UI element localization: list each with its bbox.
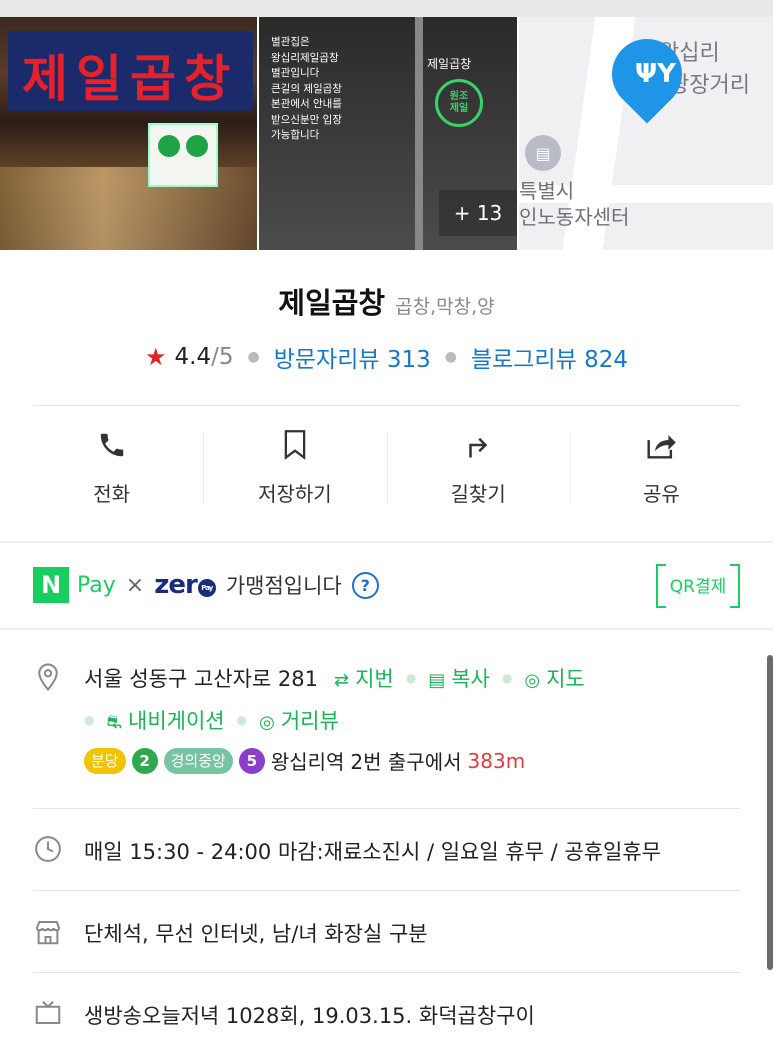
divider xyxy=(33,972,740,973)
action-bar: 전화 저장하기 길찾기 공유 xyxy=(20,428,753,512)
door-logo: 제일곱창 xyxy=(427,57,472,71)
line-badge-gyeongui: 경의중앙 xyxy=(163,747,233,774)
more-photos-count[interactable]: + 13 xyxy=(439,190,517,236)
street-view-link[interactable]: ◎ 거리뷰 xyxy=(259,705,339,735)
map-label: 특별시 xyxy=(519,179,575,203)
status-strip xyxy=(0,0,773,17)
separator-dot: ● xyxy=(84,713,95,727)
place-category: 곱창,막창,양 xyxy=(395,296,495,318)
copy-link[interactable]: ▤ 복사 xyxy=(428,663,490,693)
clock-icon xyxy=(35,836,61,862)
pay-row: N Pay × zer Pay 가맹점입니다 ? QR결제 xyxy=(33,562,740,608)
map-label-link: 지도 xyxy=(546,667,585,691)
station-name: 왕십리역 xyxy=(270,750,345,774)
store-sign-text: 제일곱창 xyxy=(22,49,238,108)
line-badge-2: 2 xyxy=(131,747,158,774)
copy-icon: ▤ xyxy=(428,670,446,691)
visitor-reviews-link[interactable]: 방문자리뷰 313 xyxy=(274,340,431,374)
navigation-link[interactable]: ⛐ 내비게이션 xyxy=(106,705,224,736)
location-pin-icon xyxy=(38,663,58,692)
directions-icon xyxy=(461,428,495,462)
zero-pay-logo: zer Pay xyxy=(154,570,216,600)
store-icon xyxy=(35,921,61,945)
star-icon: ★ xyxy=(145,343,167,371)
street-view-icon: ◎ xyxy=(259,712,275,733)
car-icon: ⛐ xyxy=(106,711,123,733)
save-label: 저장하기 xyxy=(258,482,332,506)
divider xyxy=(33,890,740,891)
map-pin-small-icon: ◎ xyxy=(524,670,541,691)
place-header: 제일곱창 곱창,막창,양 ★ 4.4/5 ● 방문자리뷰 313 ● 블로그리뷰… xyxy=(0,250,773,405)
distance: 383m xyxy=(467,748,526,773)
storefront-photo[interactable]: 제일곱창 xyxy=(0,17,257,250)
separator-dot: ● xyxy=(236,713,248,727)
zero-pay-mark: Pay xyxy=(197,579,216,597)
separator-dot: ● xyxy=(405,671,417,685)
photo-strip[interactable]: 제일곱창 별관집은 왕십리제일곱창 별관입니다 큰길의 제일곱창 본관에서 안내… xyxy=(0,17,773,250)
map-thumbnail[interactable]: 왕십리 광장거리 특별시 인노동자센터 ▤ ΨΥ xyxy=(519,17,773,250)
divider xyxy=(33,808,740,809)
share-label: 공유 xyxy=(642,482,680,506)
navigation-label: 내비게이션 xyxy=(128,708,225,733)
directions-button[interactable]: 길찾기 xyxy=(386,428,570,512)
share-button[interactable]: 공유 xyxy=(569,428,753,512)
shop-interior xyxy=(0,167,257,250)
map-link[interactable]: ◎ 지도 xyxy=(524,663,584,693)
copy-label: 복사 xyxy=(451,667,490,691)
naver-pay-logo: N xyxy=(33,567,69,603)
address-text: 서울 성동구 고산자로 281 xyxy=(84,667,318,691)
times-sign: × xyxy=(125,572,145,598)
line-badge-5: 5 xyxy=(238,747,265,774)
scrollbar[interactable] xyxy=(767,655,773,970)
facilities: 단체석, 무선 인터넷, 남/녀 화장실 구분 xyxy=(84,922,428,946)
swap-icon: ⇄ xyxy=(334,670,350,691)
separator-dot: ● xyxy=(444,349,457,365)
door-frame xyxy=(415,17,423,250)
address-block: 서울 성동구 고산자로 281 ⇄ 지번 ● ▤ 복사 ● ◎ 지도 ● ⛐ 내비게이션… xyxy=(84,660,585,775)
separator-dot: ● xyxy=(247,349,260,365)
door-notice: 별관집은 왕십리제일곱창 별관입니다 큰길의 제일곱창 본관에서 안내를 받으신… xyxy=(271,36,342,141)
bookmark-icon xyxy=(278,428,312,462)
naver-pay-word: Pay xyxy=(77,572,116,598)
save-button[interactable]: 저장하기 xyxy=(203,428,386,512)
store-sign: 제일곱창 xyxy=(8,31,253,111)
jibun-label: 지번 xyxy=(355,667,394,691)
divider xyxy=(33,405,740,406)
door-circle-logo: 원조 제일 xyxy=(435,79,483,127)
blog-reviews-link[interactable]: 블로그리뷰 824 xyxy=(471,340,628,374)
business-hours[interactable]: 매일 15:30 - 24:00 마감:재료소진시 / 일요일 휴무 / 공휴일… xyxy=(84,836,661,866)
place-title: 제일곱창 xyxy=(278,286,386,320)
lightbox-sign xyxy=(148,123,218,187)
street-view-label: 거리뷰 xyxy=(280,709,339,733)
rating-value: 4.4 xyxy=(174,344,212,370)
door-circle-text: 원조 제일 xyxy=(449,91,469,114)
member-text: 가맹점입니다 xyxy=(225,574,342,598)
section-divider xyxy=(0,628,773,630)
directions-label: 길찾기 xyxy=(450,482,506,506)
exit-text: 2번 출구에서 xyxy=(350,750,462,774)
line-badge-bundang: 분당 xyxy=(84,747,126,774)
building-icon: ▤ xyxy=(525,135,561,171)
title-row: 제일곱창 곱창,막창,양 xyxy=(0,280,773,322)
door-photo[interactable]: 별관집은 왕십리제일곱창 별관입니다 큰길의 제일곱창 본관에서 안내를 받으신… xyxy=(259,17,517,250)
tv-appearance: 생방송오늘저녁 1028회, 19.03.15. 화덕곱창구이 xyxy=(84,1004,535,1028)
help-icon[interactable]: ? xyxy=(351,571,379,599)
qr-pay-button[interactable]: QR결제 xyxy=(656,564,740,608)
tv-icon xyxy=(35,1001,61,1024)
rating-row: ★ 4.4/5 ● 방문자리뷰 313 ● 블로그리뷰 824 xyxy=(0,340,773,374)
separator-dot: ● xyxy=(501,671,513,685)
share-icon xyxy=(644,428,678,462)
map-label: 인노동자센터 xyxy=(519,205,630,229)
call-button[interactable]: 전화 xyxy=(20,428,203,512)
jibun-link[interactable]: ⇄ 지번 xyxy=(334,663,394,693)
call-label: 전화 xyxy=(93,482,131,506)
metro-info: 분당 2 경의중앙 5 왕십리역 2번 출구에서 383m xyxy=(84,746,585,775)
rating-max: /5 xyxy=(211,344,234,370)
phone-icon xyxy=(95,428,129,462)
section-divider xyxy=(0,541,773,543)
restaurant-icon: ΨΥ xyxy=(635,59,676,89)
zero-pay-word: zer xyxy=(154,570,198,600)
